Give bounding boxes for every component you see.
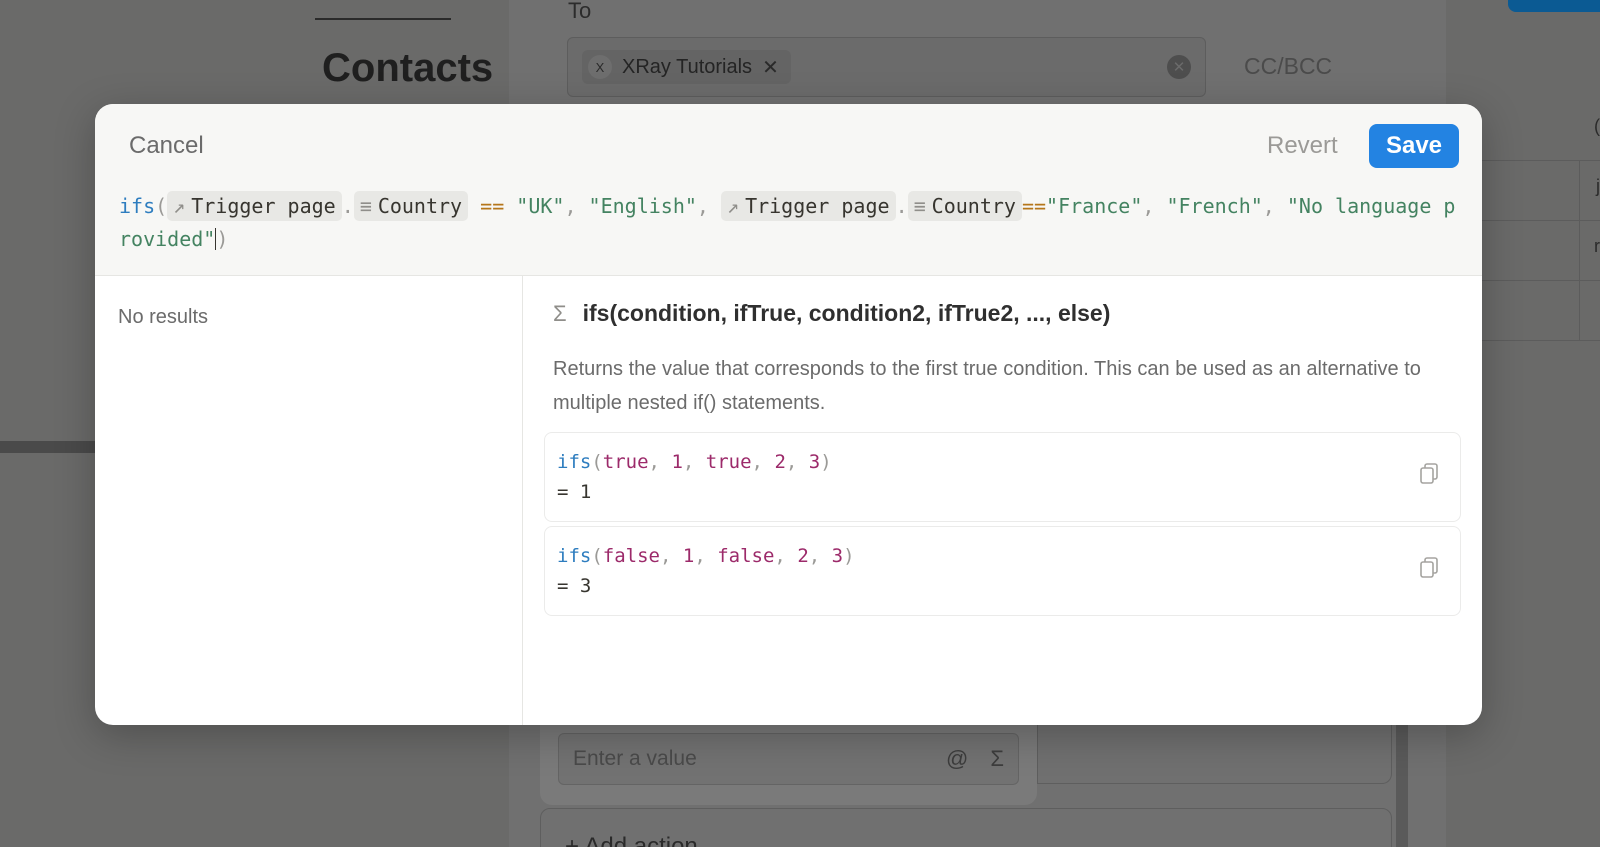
table-cell-text: r <box>1594 236 1600 256</box>
text-property-icon: ≡ <box>359 194 372 218</box>
page-title: Contacts <box>322 46 494 90</box>
example-arg: 1 <box>682 545 695 567</box>
formula-function: ifs <box>119 194 156 218</box>
add-action-label: + Add action <box>565 833 698 847</box>
formula-string: "UK" <box>516 194 565 218</box>
example-arg: 2 <box>774 451 786 473</box>
add-action-button[interactable]: + Add action <box>540 808 1392 847</box>
formula-string: "English" <box>588 194 697 218</box>
value-placeholder: Enter a value <box>573 747 697 770</box>
recipient-name: XRay Tutorials <box>622 55 753 78</box>
revert-button[interactable]: Revert <box>1267 132 1338 160</box>
formula-token-trigger-page[interactable]: ↗ Trigger page <box>721 191 896 221</box>
background-primary-button <box>1508 0 1600 12</box>
table-cell-text: ( <box>1594 116 1600 136</box>
background-divider <box>0 441 96 453</box>
formula-paren: ) <box>216 227 229 251</box>
recipient-chip[interactable]: X XRay Tutorials ✕ <box>582 50 791 84</box>
function-signature: Σ ifs(condition, ifTrue, condition2, ifT… <box>553 300 1110 327</box>
example-block: ifs(true, 1, true, 2, 3) = 1 <box>544 432 1461 522</box>
example-result: = 3 <box>557 575 592 597</box>
recipient-avatar: X <box>588 55 612 79</box>
example-code: ifs(true, 1, true, 2, 3) = 1 <box>557 447 832 507</box>
table-cell-text: j <box>1596 176 1600 196</box>
no-results-text: No results <box>118 306 209 328</box>
sigma-icon: Σ <box>553 300 567 326</box>
cc-bcc-link[interactable]: CC/BCC <box>1244 53 1332 80</box>
token-label: Country <box>377 194 463 218</box>
token-label: Trigger page <box>745 194 890 218</box>
formula-operator: == <box>1021 194 1047 218</box>
token-label: Country <box>931 194 1016 218</box>
example-arg: 3 <box>831 545 844 567</box>
example-function: ifs <box>557 451 592 473</box>
formula-token-country[interactable]: ≡ Country <box>907 191 1022 221</box>
formula-comma: , <box>1142 194 1167 218</box>
cancel-button[interactable]: Cancel <box>129 132 204 160</box>
copy-icon[interactable] <box>1420 463 1438 485</box>
text-property-icon: ≡ <box>913 194 926 218</box>
function-docs-panel: Σ ifs(condition, ifTrue, condition2, ifT… <box>523 276 1482 725</box>
formula-comma: , <box>564 194 589 218</box>
value-input[interactable]: Enter a value @ Σ <box>558 733 1019 785</box>
example-arg: true <box>602 451 649 473</box>
formula-editor-header: Cancel Revert Save ifs(↗ Trigger page. ≡ Co… <box>95 104 1482 276</box>
suggestions-panel: No results <box>95 276 523 725</box>
formula-token-country[interactable]: ≡ Country <box>353 191 469 221</box>
to-label: To <box>568 0 592 23</box>
copy-icon[interactable] <box>1420 557 1438 579</box>
example-arg: 2 <box>797 545 809 567</box>
formula-input[interactable]: ifs(↗ Trigger page. ≡ Country == "UK", "Eng… <box>119 190 1459 256</box>
example-result: = 1 <box>557 481 592 503</box>
example-arg: 3 <box>808 451 821 473</box>
formula-comma: , <box>696 194 722 218</box>
token-label: Trigger page <box>191 194 336 218</box>
example-function: ifs <box>557 545 592 567</box>
relation-arrow-icon: ↗ <box>727 194 740 218</box>
remove-recipient-icon[interactable]: ✕ <box>762 55 779 80</box>
tab-underline <box>315 18 451 20</box>
formula-paren: ( <box>155 194 168 218</box>
formula-token-trigger-page[interactable]: ↗ Trigger page <box>167 191 342 221</box>
example-arg: false <box>717 545 775 567</box>
example-block: ifs(false, 1, false, 2, 3) = 3 <box>544 526 1461 616</box>
formula-dot: . <box>895 194 908 218</box>
formula-string: "France" <box>1046 194 1143 218</box>
signature-text: ifs(condition, ifTrue, condition2, ifTru… <box>582 300 1111 326</box>
formula-editor-modal: Cancel Revert Save ifs(↗ Trigger page. ≡ Co… <box>95 104 1482 725</box>
table-column-divider <box>1579 160 1580 340</box>
function-description: Returns the value that corresponds to th… <box>553 358 1421 414</box>
example-arg: 1 <box>671 451 683 473</box>
example-code: ifs(false, 1, false, 2, 3) = 3 <box>557 541 855 601</box>
to-recipients-field[interactable]: X XRay Tutorials ✕ ✕ <box>567 37 1206 97</box>
example-arg: true <box>705 451 752 473</box>
clear-field-icon[interactable]: ✕ <box>1167 55 1191 79</box>
save-button[interactable]: Save <box>1369 124 1459 168</box>
relation-arrow-icon: ↗ <box>173 194 186 218</box>
example-arg: false <box>602 545 660 567</box>
formula-comma: , <box>1262 194 1287 218</box>
formula-dot: . <box>341 194 354 218</box>
formula-operator: == <box>468 194 517 218</box>
sigma-icon[interactable]: Σ <box>990 746 1004 772</box>
mention-icon[interactable]: @ <box>946 746 968 772</box>
formula-string: "French" <box>1166 194 1263 218</box>
